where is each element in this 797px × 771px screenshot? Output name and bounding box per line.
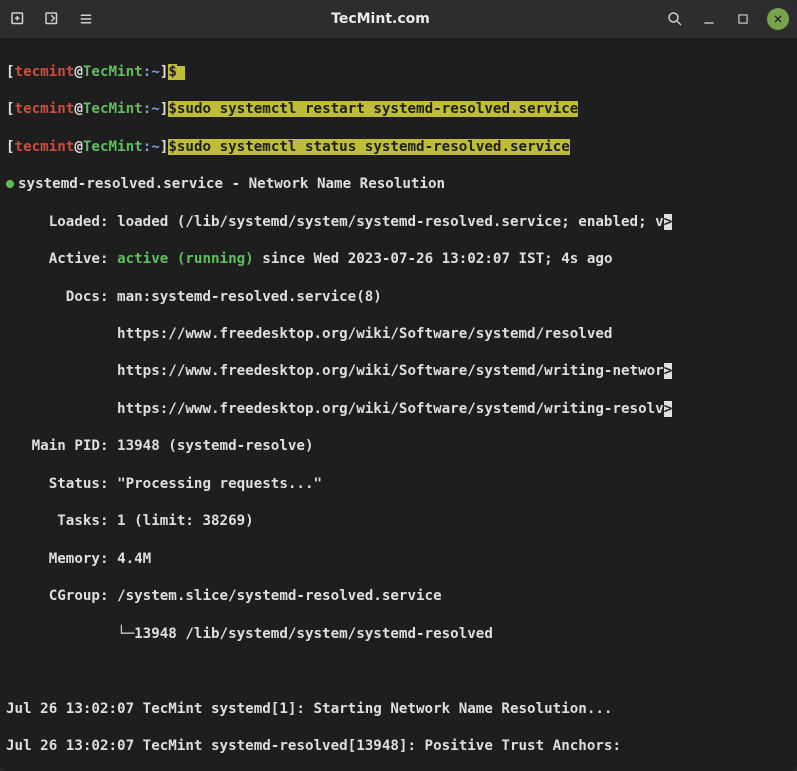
service-header: systemd-resolved.service - Network Name … xyxy=(6,175,791,194)
blank-line xyxy=(6,662,791,681)
journal-line: Jul 26 13:02:07 TecMint systemd[1]: Star… xyxy=(6,700,791,719)
service-mainpid: Main PID: 13948 (systemd-resolve) xyxy=(6,437,791,456)
service-docs-3: https://www.freedesktop.org/wiki/Softwar… xyxy=(6,362,791,381)
minimize-button[interactable] xyxy=(699,9,719,29)
overflow-arrow-icon: > xyxy=(664,401,673,417)
service-memory: Memory: 4.4M xyxy=(6,550,791,569)
new-tab-button[interactable] xyxy=(8,9,28,29)
service-docs-4: https://www.freedesktop.org/wiki/Softwar… xyxy=(6,400,791,419)
service-active: Active: active (running) since Wed 2023-… xyxy=(6,250,791,269)
service-loaded: Loaded: loaded (/lib/systemd/system/syst… xyxy=(6,213,791,232)
titlebar: TecMint.com xyxy=(0,0,797,38)
open-menu-button[interactable] xyxy=(42,9,62,29)
prompt-line-empty: [tecmint@TecMint:~]$ xyxy=(6,63,791,82)
search-button[interactable] xyxy=(665,9,685,29)
overflow-arrow-icon: > xyxy=(664,363,673,379)
service-docs-2: https://www.freedesktop.org/wiki/Softwar… xyxy=(6,325,791,344)
terminal-body[interactable]: [tecmint@TecMint:~]$ [tecmint@TecMint:~]… xyxy=(0,38,797,771)
command-status: sudo systemctl status systemd-resolved.s… xyxy=(177,139,570,155)
titlebar-right xyxy=(665,8,789,30)
overflow-arrow-icon: > xyxy=(664,214,673,230)
service-status: Status: "Processing requests..." xyxy=(6,475,791,494)
hamburger-menu-button[interactable] xyxy=(76,9,96,29)
command-restart: sudo systemctl restart systemd-resolved.… xyxy=(177,101,578,117)
close-button[interactable] xyxy=(767,8,789,30)
window-title: TecMint.com xyxy=(96,11,665,27)
prompt-line-restart: [tecmint@TecMint:~]$sudo systemctl resta… xyxy=(6,100,791,119)
status-dot-icon xyxy=(6,180,14,188)
service-docs-1: Docs: man:systemd-resolved.service(8) xyxy=(6,288,791,307)
service-cgroup-child: └─13948 /lib/systemd/system/systemd-reso… xyxy=(6,625,791,644)
prompt-line-status: [tecmint@TecMint:~]$sudo systemctl statu… xyxy=(6,138,791,157)
service-cgroup: CGroup: /system.slice/systemd-resolved.s… xyxy=(6,587,791,606)
journal-line: Jul 26 13:02:07 TecMint systemd-resolved… xyxy=(6,737,791,756)
cursor-highlight-icon xyxy=(177,66,185,80)
maximize-button[interactable] xyxy=(733,9,753,29)
titlebar-left xyxy=(8,9,96,29)
service-tasks: Tasks: 1 (limit: 38269) xyxy=(6,512,791,531)
terminal-window: TecMint.com xyxy=(0,0,797,771)
